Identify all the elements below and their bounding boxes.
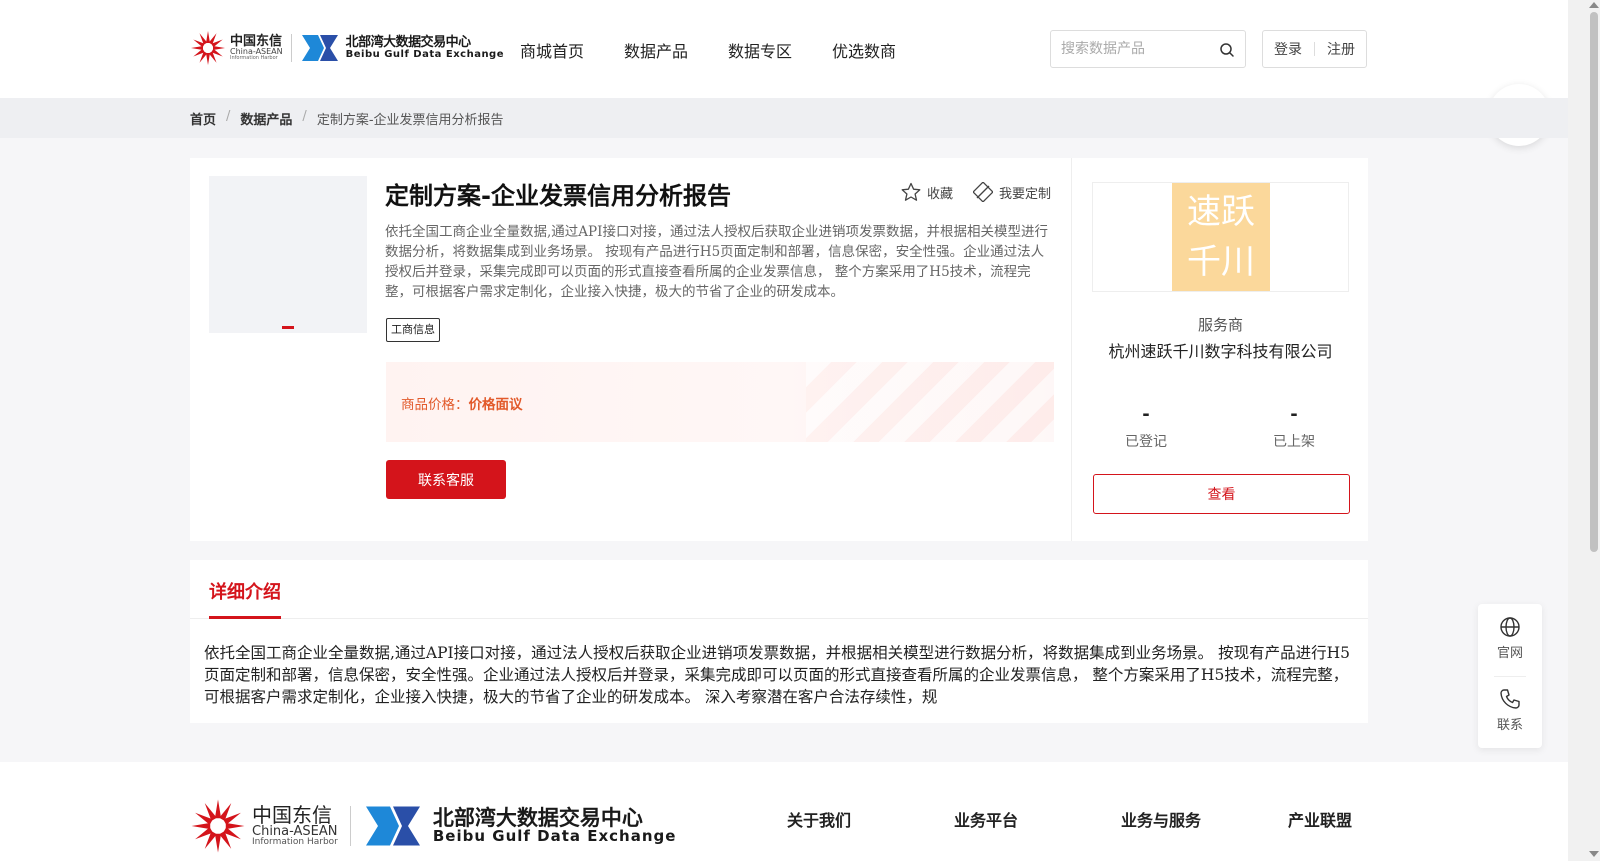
footer-bb-en: Beibu Gulf Data Exchange <box>432 827 677 846</box>
breadcrumb-separator: / <box>226 109 231 124</box>
product-card: 定制方案-企业发票信用分析报告 收藏 我要定制 依托全国工商企业全量数据,通过A… <box>190 158 1368 541</box>
sunburst-logo-icon <box>191 31 225 65</box>
phone-icon <box>1500 689 1520 709</box>
footer-link-about[interactable]: 关于我们 <box>787 807 851 831</box>
nav-item-data-zone[interactable]: 数据专区 <box>728 38 792 62</box>
bgde-mark-icon <box>365 806 420 846</box>
ct-logo-en2: Information Harbor <box>230 55 278 61</box>
globe-icon <box>1500 617 1520 637</box>
product-actions: 收藏 我要定制 <box>901 182 1051 202</box>
china-asean-logo: 中国东信 China-ASEAN Information Harbor <box>190 30 283 66</box>
official-site-label: 官网 <box>1496 646 1523 661</box>
sunburst-logo-icon <box>191 799 245 853</box>
breadcrumb-separator: / <box>302 109 307 124</box>
favorite-button[interactable]: 收藏 <box>901 182 953 202</box>
logo-divider <box>290 34 292 62</box>
search-input[interactable] <box>1051 31 1211 67</box>
provider-logo-box: 速跃 千川 <box>1092 182 1349 292</box>
footer: 中国东信 China-ASEAN Information Harbor 北部湾大… <box>0 762 1568 861</box>
product-tag: 工商信息 <box>386 318 440 342</box>
contact-service-button[interactable]: 联系客服 <box>386 460 506 499</box>
price-label: 商品价格： <box>401 397 469 413</box>
footer-link-alliance[interactable]: 产业联盟 <box>1288 807 1352 831</box>
scrollbar-thumb[interactable] <box>1590 12 1598 552</box>
provider-panel: 速跃 千川 服务商 杭州速跃千川数字科技有限公司 - 已登记 - 已上架 查看 <box>1073 158 1368 541</box>
footer-logo: 中国东信 China-ASEAN Information Harbor 北部湾大… <box>190 798 676 854</box>
stat-listed: - 已上架 <box>1234 404 1354 451</box>
contact-button[interactable]: 联系 <box>1478 688 1542 733</box>
contact-label: 联系 <box>1496 718 1523 733</box>
product-title: 定制方案-企业发票信用分析报告 <box>385 182 731 210</box>
bgde-mark-icon <box>301 35 338 61</box>
customize-label: 我要定制 <box>998 186 1051 202</box>
provider-logo: 速跃 千川 <box>1172 183 1270 291</box>
detail-section: 详细介绍 依托全国工商企业全量数据,通过API接口对接，通过法人授权后获取企业进… <box>190 560 1368 723</box>
stat-registered-label: 已登记 <box>1125 434 1167 450</box>
nav-item-mall-home[interactable]: 商城首页 <box>520 38 584 62</box>
customize-icon <box>972 182 993 202</box>
search-box <box>1050 30 1246 68</box>
beibu-gulf-logo: 北部湾大数据交易中心 Beibu Gulf Data Exchange <box>300 33 504 63</box>
view-provider-button[interactable]: 查看 <box>1093 474 1350 514</box>
product-price: 商品价格：价格面议 <box>401 393 523 413</box>
stat-listed-value: - <box>1290 404 1298 425</box>
tab-detail-intro[interactable]: 详细介绍 <box>209 578 281 604</box>
provider-logo-line2: 千川 <box>1187 242 1255 282</box>
official-site-button[interactable]: 官网 <box>1478 616 1542 661</box>
active-tab-indicator <box>209 616 281 619</box>
side-divider <box>1494 676 1526 677</box>
stat-registered: - 已登记 <box>1086 404 1206 451</box>
price-box: 商品价格：价格面议 <box>386 362 1054 442</box>
star-icon <box>901 182 921 201</box>
scroll-up-arrow[interactable] <box>1589 2 1599 8</box>
carousel-indicator[interactable] <box>282 326 294 329</box>
product-info: 定制方案-企业发票信用分析报告 收藏 我要定制 依托全国工商企业全量数据,通过A… <box>190 158 1072 541</box>
breadcrumb: 首页 / 数据产品 / 定制方案-企业发票信用分析报告 <box>0 98 1568 138</box>
favorite-label: 收藏 <box>926 186 953 202</box>
customize-button[interactable]: 我要定制 <box>972 182 1051 202</box>
main-nav: 商城首页 数据产品 数据专区 优选数商 <box>520 38 896 62</box>
breadcrumb-current: 定制方案-企业发票信用分析报告 <box>316 113 504 128</box>
nav-item-preferred-merchants[interactable]: 优选数商 <box>832 38 896 62</box>
nav-item-data-products[interactable]: 数据产品 <box>624 38 688 62</box>
footer-link-platform[interactable]: 业务平台 <box>954 807 1018 831</box>
product-image <box>209 176 367 333</box>
page-scrollbar[interactable] <box>1568 0 1600 861</box>
scroll-down-arrow[interactable] <box>1589 851 1599 857</box>
side-float-toolbar: 官网 联系 <box>1478 604 1542 748</box>
footer-ct-en2: Information Harbor <box>252 837 338 847</box>
product-description: 依托全国工商企业全量数据,通过API接口对接，通过法人授权后获取企业进销项发票数… <box>385 224 1048 300</box>
footer-logo-divider <box>349 806 351 846</box>
bb-logo-en: Beibu Gulf Data Exchange <box>345 48 504 60</box>
site-logo[interactable]: 中国东信 China-ASEAN Information Harbor 北部湾大… <box>190 28 504 68</box>
breadcrumb-category[interactable]: 数据产品 <box>240 109 292 128</box>
stat-registered-value: - <box>1142 404 1150 425</box>
tab-divider <box>190 618 1368 619</box>
search-icon[interactable] <box>1219 42 1235 58</box>
footer-ct-cn: 中国东信 <box>252 803 332 827</box>
footer-link-services[interactable]: 业务与服务 <box>1121 807 1201 831</box>
bb-logo-cn: 北部湾大数据交易中心 <box>345 34 472 50</box>
price-box-decoration <box>806 362 1054 442</box>
login-link[interactable]: 登录 <box>1274 39 1302 59</box>
auth-divider <box>1314 42 1315 56</box>
price-value: 价格面议 <box>468 397 523 413</box>
footer-bb-cn: 北部湾大数据交易中心 <box>432 806 643 831</box>
auth-box: 登录 注册 <box>1262 30 1367 68</box>
provider-label: 服务商 <box>1197 316 1243 334</box>
header: 中国东信 China-ASEAN Information Harbor 北部湾大… <box>0 0 1568 98</box>
provider-logo-line1: 速跃 <box>1187 192 1255 232</box>
breadcrumb-home[interactable]: 首页 <box>190 109 216 128</box>
provider-name: 杭州速跃千川数字科技有限公司 <box>1108 342 1333 361</box>
stat-listed-label: 已上架 <box>1273 434 1315 450</box>
detail-text: 依托全国工商企业全量数据,通过API接口对接，通过法人授权后获取企业进销项发票数… <box>204 644 1350 706</box>
register-link[interactable]: 注册 <box>1327 39 1355 59</box>
